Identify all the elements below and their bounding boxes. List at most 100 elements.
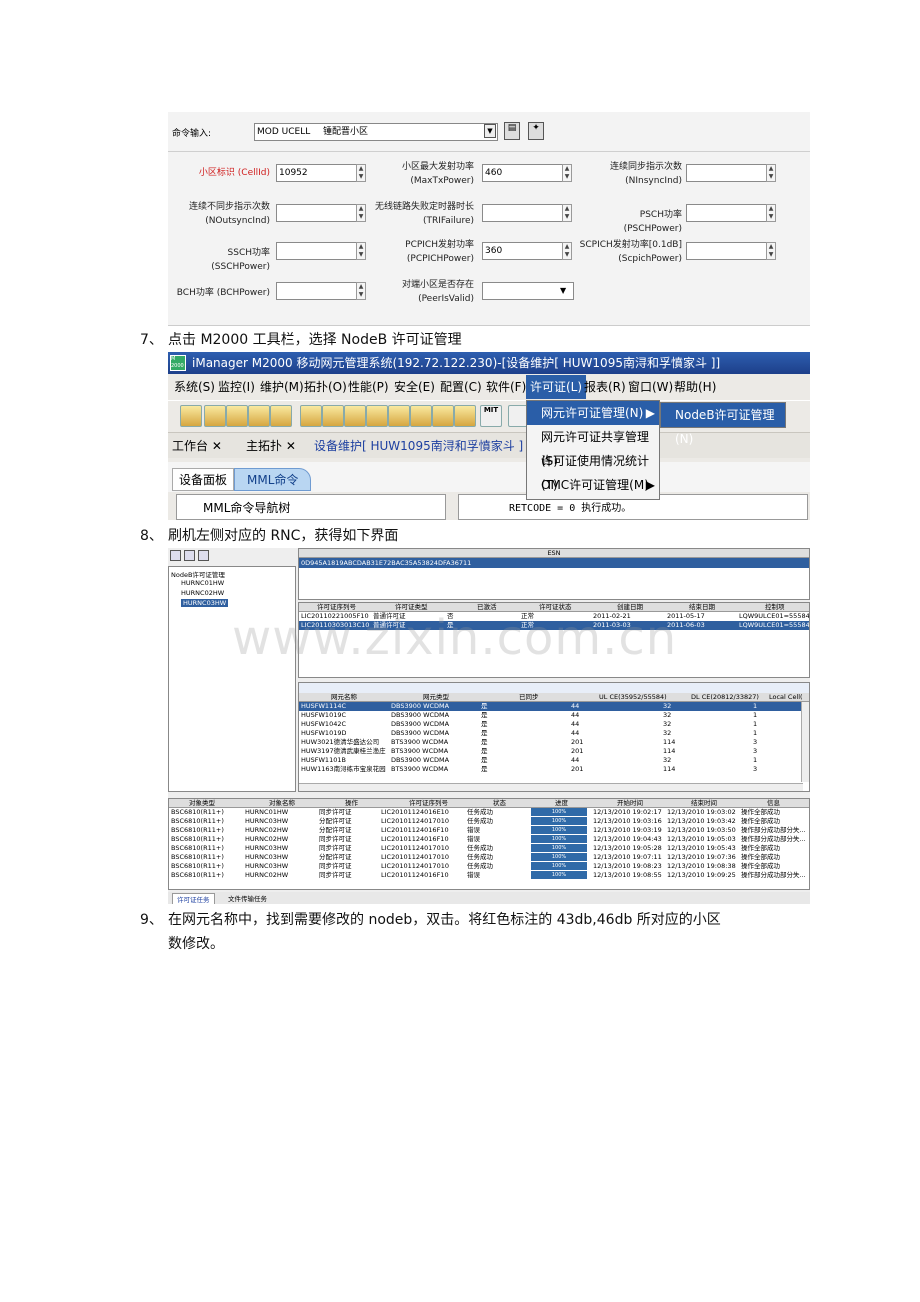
monitor-icon[interactable] bbox=[248, 405, 270, 427]
menu-item-license-share[interactable]: 网元许可证共享管理(S) bbox=[527, 425, 659, 468]
table-row[interactable]: BSC6810(R11+) HURNC01HW 同步许可证 LIC2010112401… bbox=[169, 808, 809, 817]
cell: 错误 bbox=[467, 835, 480, 843]
table-row[interactable]: HUSFW1019C DBS3900 WCDMA 是 44 32 1 bbox=[299, 711, 801, 720]
menu-help[interactable]: 帮助(H) bbox=[674, 375, 716, 399]
subtab-mml-command[interactable]: MML命令 bbox=[234, 468, 312, 491]
bell-icon[interactable] bbox=[410, 405, 432, 427]
table-row[interactable]: HUW3021德清华盛达公司 BTS3900 WCDMA 是 201 114 3 bbox=[299, 738, 801, 747]
subtab-device-panel[interactable]: 设备面板 bbox=[172, 468, 235, 491]
cell: 12/13/2010 19:05:43 bbox=[667, 844, 736, 852]
table-row[interactable]: HUSFW1042C DBS3900 WCDMA 是 44 32 1 bbox=[299, 720, 801, 729]
menu-system[interactable]: 系统(S) bbox=[174, 375, 215, 399]
tree-item-rnc03[interactable]: HURNC03HW bbox=[181, 599, 229, 607]
tab-workbench[interactable]: 工作台 ✕ bbox=[172, 437, 222, 454]
cell: 44 bbox=[571, 720, 580, 728]
table-row[interactable]: HUSFW1019D DBS3900 WCDMA 是 44 32 1 bbox=[299, 729, 801, 738]
run-icon[interactable]: ✦ bbox=[528, 122, 544, 140]
execute-icon[interactable]: ▤ bbox=[504, 122, 520, 140]
ninsyncind-input[interactable] bbox=[686, 164, 768, 182]
chart-icon[interactable] bbox=[432, 405, 454, 427]
tree-item-rnc01[interactable]: HURNC01HW bbox=[181, 579, 224, 587]
noutsyncind-input[interactable] bbox=[276, 204, 358, 222]
table-row[interactable]: BSC6810(R11+) HURNC03HW 分配许可证 LIC2010112401… bbox=[169, 817, 809, 826]
menu-license[interactable]: 许可证(L) bbox=[526, 375, 587, 399]
search-icon[interactable] bbox=[300, 405, 322, 427]
menu-performance[interactable]: 性能(P) bbox=[348, 375, 389, 399]
topology-icon[interactable] bbox=[180, 405, 202, 427]
horizontal-scrollbar[interactable] bbox=[299, 783, 803, 791]
sound-icon[interactable] bbox=[454, 405, 476, 427]
refresh-icon[interactable] bbox=[170, 550, 181, 561]
maxtxpower-input[interactable]: 460 bbox=[482, 164, 564, 182]
chevron-down-icon[interactable]: ▼ bbox=[560, 286, 566, 295]
table-row[interactable]: BSC6810(R11+) HURNC03HW 同步许可证 LIC2010112401… bbox=[169, 844, 809, 853]
trifailure-input[interactable] bbox=[482, 204, 564, 222]
scpichpower-spinner[interactable]: ▲ ▼ bbox=[766, 242, 776, 260]
alarm-icon[interactable] bbox=[388, 405, 410, 427]
tab-file-transfer[interactable]: 文件传输任务 bbox=[224, 893, 271, 903]
menu-item-license-stats[interactable]: 许可证使用情况统计(T) bbox=[527, 449, 659, 492]
users-icon[interactable] bbox=[270, 405, 292, 427]
menu-report[interactable]: 报表(R) bbox=[584, 375, 626, 399]
cell: 同步许可证 bbox=[319, 844, 352, 852]
menu-window[interactable]: 窗口(W) bbox=[628, 375, 673, 399]
table-row[interactable]: BSC6810(R11+) HURNC02HW 同步许可证 LIC2010112401… bbox=[169, 871, 809, 880]
cell: 32 bbox=[663, 720, 672, 728]
ninsyncind-spinner[interactable]: ▲ ▼ bbox=[766, 164, 776, 182]
cellid-spinner[interactable]: ▲ ▼ bbox=[356, 164, 366, 182]
tab-main-topology[interactable]: 主拓扑 ✕ bbox=[246, 437, 296, 454]
tree-item-rnc02[interactable]: HURNC02HW bbox=[181, 589, 224, 597]
mml-icon[interactable]: MIT bbox=[480, 405, 502, 427]
menu-monitor[interactable]: 监控(I) bbox=[218, 375, 255, 399]
menu-item-omc-license[interactable]: OMC许可证管理(M) ▶ bbox=[527, 473, 659, 497]
trifailure-spinner[interactable]: ▲ ▼ bbox=[562, 204, 572, 222]
pcpichpower-spinner[interactable]: ▲ ▼ bbox=[562, 242, 572, 260]
tree-item-mml[interactable]: MML命令导航树 bbox=[203, 499, 290, 516]
tools-icon[interactable] bbox=[366, 405, 388, 427]
find-icon[interactable] bbox=[344, 405, 366, 427]
tab-license-tasks[interactable]: 许可证任务 bbox=[172, 893, 215, 904]
table-row[interactable]: HUW1163南浔练市宝泉花园 BTS3900 WCDMA 是 201 114 3 bbox=[299, 765, 801, 774]
menu-config[interactable]: 配置(C) bbox=[440, 375, 482, 399]
menu-software[interactable]: 软件(F) bbox=[486, 375, 526, 399]
bchpower-spinner[interactable]: ▲ ▼ bbox=[356, 282, 366, 300]
col-start: 开始时间 bbox=[617, 799, 643, 807]
maxtxpower-spinner[interactable]: ▲ ▼ bbox=[562, 164, 572, 182]
bchpower-input[interactable] bbox=[276, 282, 358, 300]
scpichpower-input[interactable] bbox=[686, 242, 768, 260]
tab-device-maintenance[interactable]: 设备维护[ HUW1095南浔和孚憤家斗 ] ✕ bbox=[314, 437, 537, 454]
print-icon[interactable] bbox=[198, 550, 209, 561]
sschpower-spinner[interactable]: ▲ ▼ bbox=[356, 242, 366, 260]
table-row[interactable]: BSC6810(R11+) HURNC03HW 分配许可证 LIC2010112401… bbox=[169, 853, 809, 862]
table-row[interactable]: BSC6810(R11+) HURNC02HW 同步许可证 LIC2010112401… bbox=[169, 835, 809, 844]
zoom-icon[interactable] bbox=[322, 405, 344, 427]
tree-root[interactable]: NodeB许可证管理 bbox=[171, 569, 225, 579]
table-row[interactable]: BSC6810(R11+) HURNC02HW 分配许可证 LIC2010112401… bbox=[169, 826, 809, 835]
chevron-down-icon[interactable]: ▼ bbox=[484, 124, 496, 138]
table-row[interactable]: HUW3197德清武康桂兰渔庄 BTS3900 WCDMA 是 201 114 3 bbox=[299, 747, 801, 756]
table-row[interactable]: HUSFW1101B DBS3900 WCDMA 是 44 32 1 bbox=[299, 756, 801, 765]
pschpower-spinner[interactable]: ▲ ▼ bbox=[766, 204, 776, 222]
table-row[interactable]: HUSFW1114C DBS3900 WCDMA 是 44 32 1 bbox=[299, 702, 801, 711]
step-text: 点击 M2000 工具栏，选择 NodeB 许可证管理 bbox=[168, 332, 462, 348]
table-row[interactable]: BSC6810(R11+) HURNC03HW 同步许可证 LIC2010112401… bbox=[169, 862, 809, 871]
vertical-scrollbar[interactable] bbox=[801, 702, 809, 782]
connect-icon[interactable] bbox=[204, 405, 226, 427]
menu-item-nodeb-license[interactable]: NodeB许可证管理(N) bbox=[661, 403, 785, 446]
sschpower-input[interactable] bbox=[276, 242, 358, 260]
menu-security[interactable]: 安全(E) bbox=[394, 375, 435, 399]
pschpower-input[interactable] bbox=[686, 204, 768, 222]
export-icon[interactable] bbox=[184, 550, 195, 561]
step-9: 9、 在网元名称中，找到需要修改的 nodeb，双击。将红色标注的 43db,46… bbox=[140, 910, 721, 930]
cellid-input[interactable]: 10952 bbox=[276, 164, 358, 182]
lock-icon[interactable] bbox=[226, 405, 248, 427]
noutsyncind-spinner[interactable]: ▲ ▼ bbox=[356, 204, 366, 222]
pcpichpower-input[interactable]: 360 bbox=[482, 242, 564, 260]
cell: BSC6810(R11+) bbox=[171, 871, 224, 879]
step-text: 刷机左侧对应的 RNC，获得如下界面 bbox=[168, 528, 399, 544]
menu-item-ne-license[interactable]: 网元许可证管理(N) ▶ bbox=[527, 401, 659, 425]
command-select[interactable]: MOD UCELL 锺配晋小区 bbox=[254, 123, 498, 141]
esn-value[interactable]: 0D945A1819ABCDAB31E72BAC35A53824DFA36711 bbox=[299, 558, 809, 568]
menu-topology[interactable]: 拓扑(O) bbox=[304, 375, 347, 399]
menu-maintain[interactable]: 维护(M) bbox=[260, 375, 304, 399]
